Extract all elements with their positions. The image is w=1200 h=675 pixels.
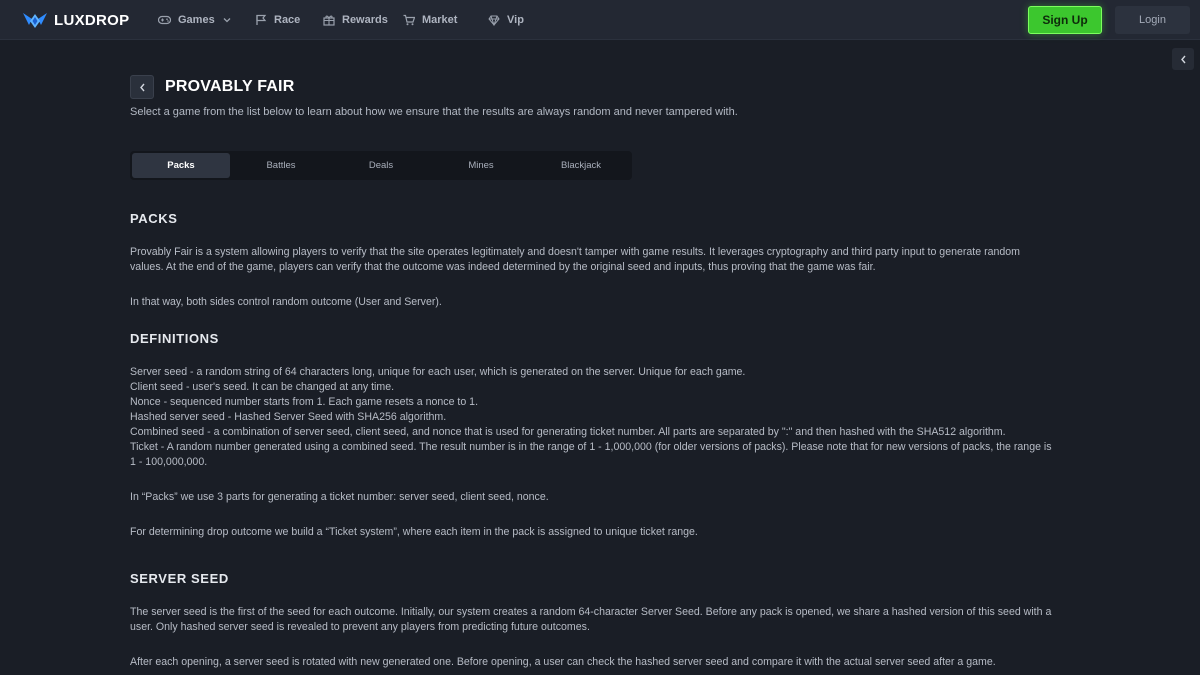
server-seed-p1-line-1: The server seed is the first of the seed… <box>130 606 1052 618</box>
nav-rewards[interactable]: Rewards <box>323 0 388 40</box>
definition-server-seed: Server seed - a random string of 64 char… <box>130 366 746 378</box>
definition-hashed-server-seed: Hashed server seed - Hashed Server Seed … <box>130 411 447 423</box>
packs-p1-line-1: Provably Fair is a system allowing playe… <box>130 246 1020 258</box>
definition-client-seed: Client seed - user's seed. It can be cha… <box>130 381 395 393</box>
packs-paragraph-2: In that way, both sides control random o… <box>130 296 442 308</box>
top-navbar: LUXDROP Games Race Rewards Market Vip Si… <box>0 0 1200 40</box>
back-button[interactable] <box>130 75 154 99</box>
gamepad-icon <box>158 15 171 25</box>
tab-mines[interactable]: Mines <box>432 153 530 178</box>
nav-market[interactable]: Market <box>403 0 457 40</box>
flag-icon <box>256 14 267 25</box>
section-heading-packs: PACKS <box>130 211 178 226</box>
server-seed-p1-line-2: user. Only hashed server seed is reveale… <box>130 621 590 633</box>
nav-games-label: Games <box>178 14 215 26</box>
tab-deals[interactable]: Deals <box>332 153 430 178</box>
nav-rewards-label: Rewards <box>342 14 388 26</box>
packs-p1-line-2: values. At the end of the game, players … <box>130 261 876 273</box>
cart-icon <box>403 14 415 26</box>
diamond-icon <box>488 15 500 26</box>
nav-vip-label: Vip <box>507 14 524 26</box>
definition-nonce: Nonce - sequenced number starts from 1. … <box>130 396 479 408</box>
login-button[interactable]: Login <box>1115 6 1190 34</box>
chevron-left-icon <box>1180 55 1186 63</box>
definitions-parts-paragraph: In “Packs” we use 3 parts for generating… <box>130 491 549 503</box>
definitions-ticket-system-paragraph: For determining drop outcome we build a … <box>130 526 698 538</box>
section-heading-definitions: DEFINITIONS <box>130 331 219 346</box>
nav-race-label: Race <box>274 14 301 26</box>
sidebar-collapse-button[interactable] <box>1172 48 1194 70</box>
luxdrop-logo-icon <box>23 13 47 28</box>
nav-race[interactable]: Race <box>255 0 300 40</box>
tab-packs[interactable]: Packs <box>132 153 230 178</box>
brand-name: LUXDROP <box>54 11 130 29</box>
chevron-down-icon <box>223 18 231 23</box>
game-tabs: Packs Battles Deals Mines Blackjack <box>130 151 632 180</box>
sign-up-button[interactable]: Sign Up <box>1028 6 1102 34</box>
tab-battles[interactable]: Battles <box>232 153 330 178</box>
chevron-left-icon <box>139 83 145 91</box>
section-heading-server-seed: SERVER SEED <box>130 571 229 586</box>
nav-vip[interactable]: Vip <box>488 0 524 40</box>
tab-blackjack[interactable]: Blackjack <box>532 153 630 178</box>
server-seed-paragraph-1: The server seed is the first of the seed… <box>130 605 1075 635</box>
server-seed-paragraph-2: After each opening, a server seed is rot… <box>130 656 996 668</box>
definitions-list: Server seed - a random string of 64 char… <box>130 365 1075 470</box>
definition-ticket-continued: 1 - 100,000,000. <box>130 456 208 468</box>
packs-paragraph-1: Provably Fair is a system allowing playe… <box>130 245 1075 275</box>
page-title: PROVABLY FAIR <box>165 78 295 95</box>
nav-market-label: Market <box>422 14 458 26</box>
page-subtitle: Select a game from the list below to lea… <box>130 106 738 118</box>
brand-logo[interactable]: LUXDROP <box>22 10 129 30</box>
definition-ticket: Ticket - A random number generated using… <box>130 441 1052 453</box>
definition-combined-seed: Combined seed - a combination of server … <box>130 426 1006 438</box>
gift-icon <box>323 15 335 26</box>
nav-games[interactable]: Games <box>158 0 231 40</box>
